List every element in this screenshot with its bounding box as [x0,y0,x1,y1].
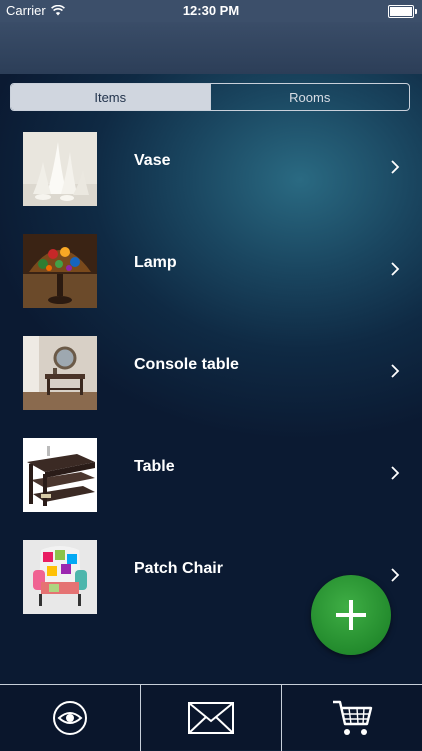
lamp-thumbnail [23,234,97,308]
list-item-console-table[interactable]: Console table [0,324,422,426]
chevron-right-icon [391,466,400,480]
console-table-thumbnail [23,336,97,410]
mail-icon [188,702,234,734]
add-item-button[interactable] [311,575,391,655]
vase-thumbnail [23,132,97,206]
tab-view[interactable] [0,685,140,751]
list-item-vase[interactable]: Vase [0,120,422,222]
battery-icon [388,5,417,18]
item-label: Patch Chair [134,560,223,577]
list-item-table[interactable]: Table [0,426,422,528]
patch-chair-thumbnail [23,540,97,614]
chevron-right-icon [391,568,400,582]
chevron-right-icon [391,364,400,378]
segmented-control: Items Rooms [10,83,410,111]
tab-bar [0,684,422,751]
navigation-bar [0,22,422,74]
status-bar: Carrier 12:30 PM [0,0,422,22]
items-list: Vase Lamp Console table Table Patch Chai… [0,120,422,630]
tab-cart[interactable] [281,685,422,751]
chevron-right-icon [391,160,400,174]
item-label: Vase [134,152,171,169]
chevron-right-icon [391,262,400,276]
item-label: Lamp [134,254,177,271]
tab-messages[interactable] [140,685,281,751]
status-time: 12:30 PM [182,3,240,18]
battery-level [390,7,412,16]
eye-icon [53,701,87,735]
list-item-lamp[interactable]: Lamp [0,222,422,324]
plus-icon [336,600,366,630]
item-label: Console table [134,356,239,373]
cart-icon [333,700,373,735]
table-thumbnail [23,438,97,512]
item-label: Table [134,458,175,475]
segment-items[interactable]: Items [11,84,210,110]
segment-rooms[interactable]: Rooms [209,84,410,110]
